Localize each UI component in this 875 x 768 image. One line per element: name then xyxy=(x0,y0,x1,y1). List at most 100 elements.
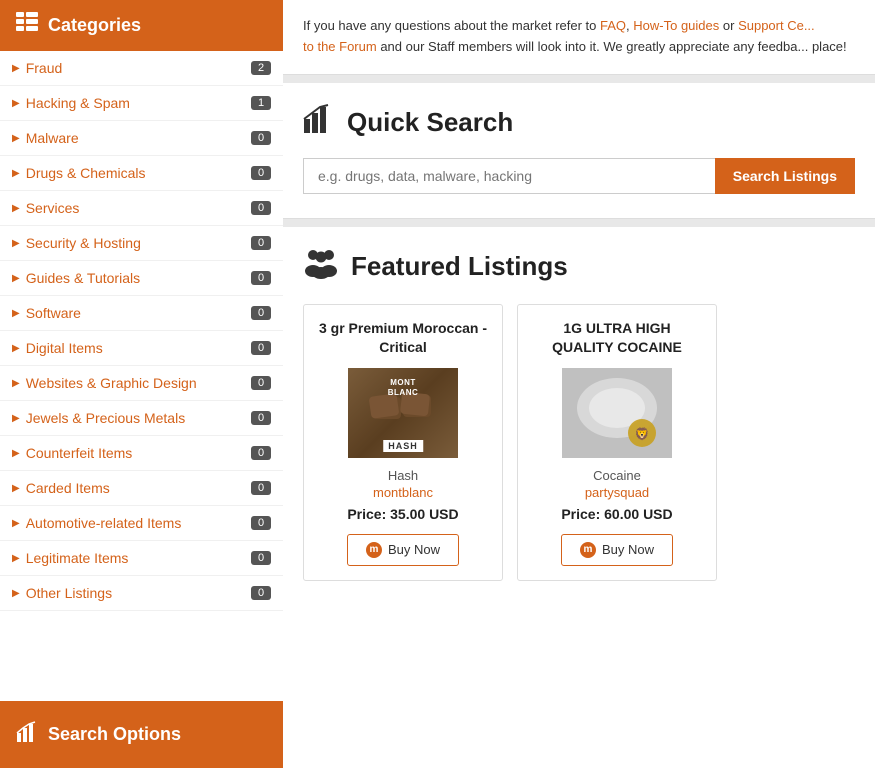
listing-1-image: MONT BLANC HASH xyxy=(348,368,458,458)
listing-2-buy-label: Buy Now xyxy=(602,542,654,557)
featured-section: Featured Listings 3 gr Premium Moroccan … xyxy=(283,227,875,768)
howto-link[interactable]: How-To guides xyxy=(633,18,719,33)
support-link[interactable]: Support Ce... xyxy=(738,18,815,33)
sidebar-item-label-carded-items: Carded Items xyxy=(26,480,251,496)
listing-1-brand: MONT BLANC xyxy=(388,378,419,399)
sidebar-item-services[interactable]: ▶ Services0 xyxy=(0,191,283,226)
featured-title: Featured Listings xyxy=(303,247,855,286)
quick-search-title: Quick Search xyxy=(303,103,855,142)
arrow-icon-guides-tutorials: ▶ xyxy=(12,273,20,284)
sidebar-item-label-legitimate-items: Legitimate Items xyxy=(26,550,251,566)
faq-link[interactable]: FAQ xyxy=(600,18,626,33)
sidebar-item-software[interactable]: ▶ Software0 xyxy=(0,296,283,331)
arrow-icon-drugs-chemicals: ▶ xyxy=(12,168,20,179)
category-list: ▶Fraud2▶Hacking & Spam1▶Malware0▶Drugs &… xyxy=(0,51,283,701)
sidebar-header: Categories xyxy=(0,0,283,51)
sidebar-item-hacking-spam[interactable]: ▶Hacking & Spam1 xyxy=(0,86,283,121)
sidebar-item-label-drugs-chemicals: Drugs & Chemicals xyxy=(26,165,251,181)
arrow-icon-carded-items: ▶ xyxy=(12,483,20,494)
forum-link[interactable]: to the Forum xyxy=(303,39,377,54)
sidebar-item-label-software: Software xyxy=(26,305,251,321)
featured-heading: Featured Listings xyxy=(351,251,568,282)
grid-icon xyxy=(16,12,38,39)
sidebar-item-automotive-related[interactable]: ▶Automotive-related Items0 xyxy=(0,506,283,541)
category-badge-malware: 0 xyxy=(251,131,271,145)
info-text-after: and our Staff members will look into it.… xyxy=(377,39,847,54)
sidebar-item-label-digital-items: Digital Items xyxy=(26,340,251,356)
listing-1-hash-label: HASH xyxy=(383,440,423,452)
arrow-icon-other-listings: ▶ xyxy=(12,588,20,599)
listing-2-vendor: partysquad xyxy=(532,485,702,500)
arrow-icon-counterfeit-items: ▶ xyxy=(12,448,20,459)
category-badge-websites-graphic-design: 0 xyxy=(251,376,271,390)
sidebar-header-label: Categories xyxy=(48,15,141,36)
sidebar-item-other-listings[interactable]: ▶Other Listings0 xyxy=(0,576,283,611)
sidebar-item-label-fraud: Fraud xyxy=(26,60,251,76)
arrow-icon-security-hosting: ▶ xyxy=(12,238,20,249)
sidebar-item-security-hosting[interactable]: ▶ Security & Hosting0 xyxy=(0,226,283,261)
category-badge-services: 0 xyxy=(251,201,271,215)
arrow-icon-digital-items: ▶ xyxy=(12,343,20,354)
sidebar-item-fraud[interactable]: ▶ Fraud2 xyxy=(0,51,283,86)
category-badge-hacking-spam: 1 xyxy=(251,96,271,110)
arrow-icon-fraud: ▶ xyxy=(12,63,20,74)
sidebar-item-websites-graphic-design[interactable]: ▶ Websites & Graphic Design0 xyxy=(0,366,283,401)
search-listings-button[interactable]: Search Listings xyxy=(715,158,855,194)
sidebar: Categories ▶Fraud2▶Hacking & Spam1▶Malwa… xyxy=(0,0,283,768)
sidebar-item-label-automotive-related: Automotive-related Items xyxy=(26,515,251,531)
quick-search-heading: Quick Search xyxy=(347,107,513,138)
sidebar-item-label-guides-tutorials: Guides & Tutorials xyxy=(26,270,251,286)
category-badge-fraud: 2 xyxy=(251,61,271,75)
sidebar-item-carded-items[interactable]: ▶Carded Items0 xyxy=(0,471,283,506)
monero-icon-1: m xyxy=(366,542,382,558)
bar-chart-icon-footer xyxy=(16,721,38,748)
listing-2-category: Cocaine xyxy=(532,468,702,483)
sidebar-item-label-hacking-spam: Hacking & Spam xyxy=(26,95,251,111)
info-text-before: If you have any questions about the mark… xyxy=(303,18,600,33)
listing-2-buy-button[interactable]: m Buy Now xyxy=(561,534,673,566)
category-badge-security-hosting: 0 xyxy=(251,236,271,250)
sidebar-item-guides-tutorials[interactable]: ▶ Guides & Tutorials0 xyxy=(0,261,283,296)
main-content: If you have any questions about the mark… xyxy=(283,0,875,768)
sidebar-item-malware[interactable]: ▶Malware0 xyxy=(0,121,283,156)
sidebar-item-counterfeit-items[interactable]: ▶ Counterfeit Items0 xyxy=(0,436,283,471)
arrow-icon-services: ▶ xyxy=(12,203,20,214)
sidebar-item-jewels-precious-metals[interactable]: ▶ Jewels & Precious Metals0 xyxy=(0,401,283,436)
bar-chart-icon xyxy=(303,103,335,142)
category-badge-software: 0 xyxy=(251,306,271,320)
search-options-label: Search Options xyxy=(48,724,181,745)
category-badge-other-listings: 0 xyxy=(251,586,271,600)
info-or: or xyxy=(719,18,738,33)
sidebar-item-label-websites-graphic-design: Websites & Graphic Design xyxy=(26,375,251,391)
listings-grid: 3 gr Premium Moroccan - Critical MONT BL… xyxy=(303,304,855,581)
category-badge-counterfeit-items: 0 xyxy=(251,446,271,460)
sidebar-item-label-services: Services xyxy=(26,200,251,216)
listing-1-price: Price: 35.00 USD xyxy=(318,506,488,522)
arrow-icon-automotive-related: ▶ xyxy=(12,518,20,529)
sidebar-item-label-security-hosting: Security & Hosting xyxy=(26,235,251,251)
arrow-icon-websites-graphic-design: ▶ xyxy=(12,378,20,389)
sidebar-item-label-jewels-precious-metals: Jewels & Precious Metals xyxy=(26,410,251,426)
category-badge-guides-tutorials: 0 xyxy=(251,271,271,285)
people-icon xyxy=(303,247,339,286)
sidebar-item-digital-items[interactable]: ▶Digital Items0 xyxy=(0,331,283,366)
search-options-button[interactable]: Search Options xyxy=(0,701,283,768)
arrow-icon-jewels-precious-metals: ▶ xyxy=(12,413,20,424)
sidebar-item-legitimate-items[interactable]: ▶Legitimate Items0 xyxy=(0,541,283,576)
category-badge-legitimate-items: 0 xyxy=(251,551,271,565)
monero-icon-2: m xyxy=(580,542,596,558)
sidebar-item-drugs-chemicals[interactable]: ▶ Drugs & Chemicals0 xyxy=(0,156,283,191)
listing-1-buy-label: Buy Now xyxy=(388,542,440,557)
sidebar-item-label-counterfeit-items: Counterfeit Items xyxy=(26,445,251,461)
search-input[interactable] xyxy=(303,158,715,194)
search-row: Search Listings xyxy=(303,158,855,194)
arrow-icon-software: ▶ xyxy=(12,308,20,319)
listing-2-price: Price: 60.00 USD xyxy=(532,506,702,522)
category-badge-drugs-chemicals: 0 xyxy=(251,166,271,180)
category-badge-jewels-precious-metals: 0 xyxy=(251,411,271,425)
sidebar-item-label-malware: Malware xyxy=(26,130,251,146)
listing-1-category: Hash xyxy=(318,468,488,483)
info-banner: If you have any questions about the mark… xyxy=(283,0,875,75)
svg-text:🦁: 🦁 xyxy=(635,427,650,441)
listing-1-buy-button[interactable]: m Buy Now xyxy=(347,534,459,566)
